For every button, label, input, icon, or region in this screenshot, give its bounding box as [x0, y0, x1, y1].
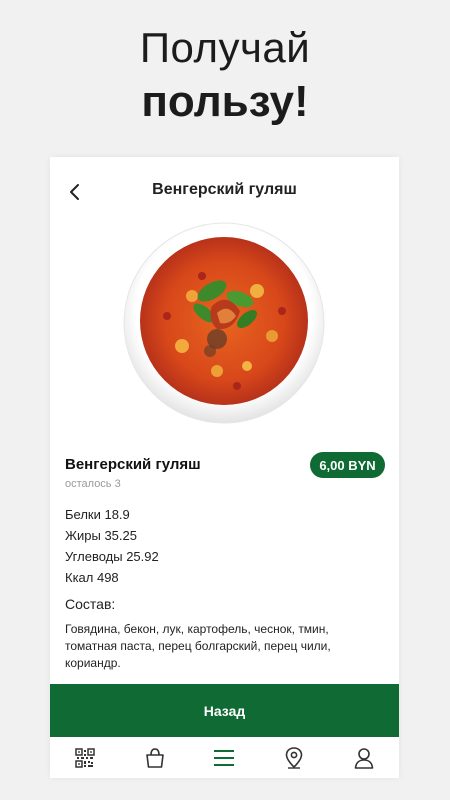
dish-photo — [123, 222, 325, 424]
product-name: Венгерский гуляш — [65, 456, 201, 473]
phone-screen: Венгерский гуляш Венгерский гуляш остало… — [50, 157, 399, 778]
user-icon — [354, 747, 374, 769]
tab-basket[interactable] — [135, 741, 175, 775]
map-pin-icon — [285, 746, 303, 769]
promo-heading-line2: пользу! — [141, 77, 309, 126]
qr-code-icon — [75, 747, 95, 768]
promo-heading-line1: Получай — [139, 24, 311, 71]
back-button[interactable]: Назад — [50, 684, 399, 737]
shopping-bag-icon — [145, 747, 164, 768]
nutrition-kcal: Ккал 498 — [65, 570, 119, 585]
remaining-count: осталось 3 — [65, 478, 121, 490]
tab-map[interactable] — [274, 741, 314, 775]
nutrition-list: Белки 18.9 Жиры 35.25 Углеводы 25.92 Кка… — [65, 504, 159, 588]
tab-menu[interactable] — [204, 741, 244, 775]
nutrition-protein: Белки 18.9 — [65, 507, 130, 522]
menu-icon — [214, 749, 235, 766]
nutrition-fat: Жиры 35.25 — [65, 528, 137, 543]
bottom-tab-bar — [50, 737, 399, 778]
composition-text: Говядина, бекон, лук, картофель, чеснок,… — [65, 622, 331, 670]
page-title: Венгерский гуляш — [152, 181, 297, 198]
nutrition-carbs: Углеводы 25.92 — [65, 549, 159, 564]
tab-qr[interactable] — [65, 741, 105, 775]
tab-profile[interactable] — [344, 741, 384, 775]
top-bar: Венгерский гуляш — [50, 157, 399, 225]
price-badge: 6,00 BYN — [310, 452, 385, 478]
composition-title: Состав: — [65, 596, 116, 612]
promo-banner: Получай пользу! — [0, 22, 450, 130]
